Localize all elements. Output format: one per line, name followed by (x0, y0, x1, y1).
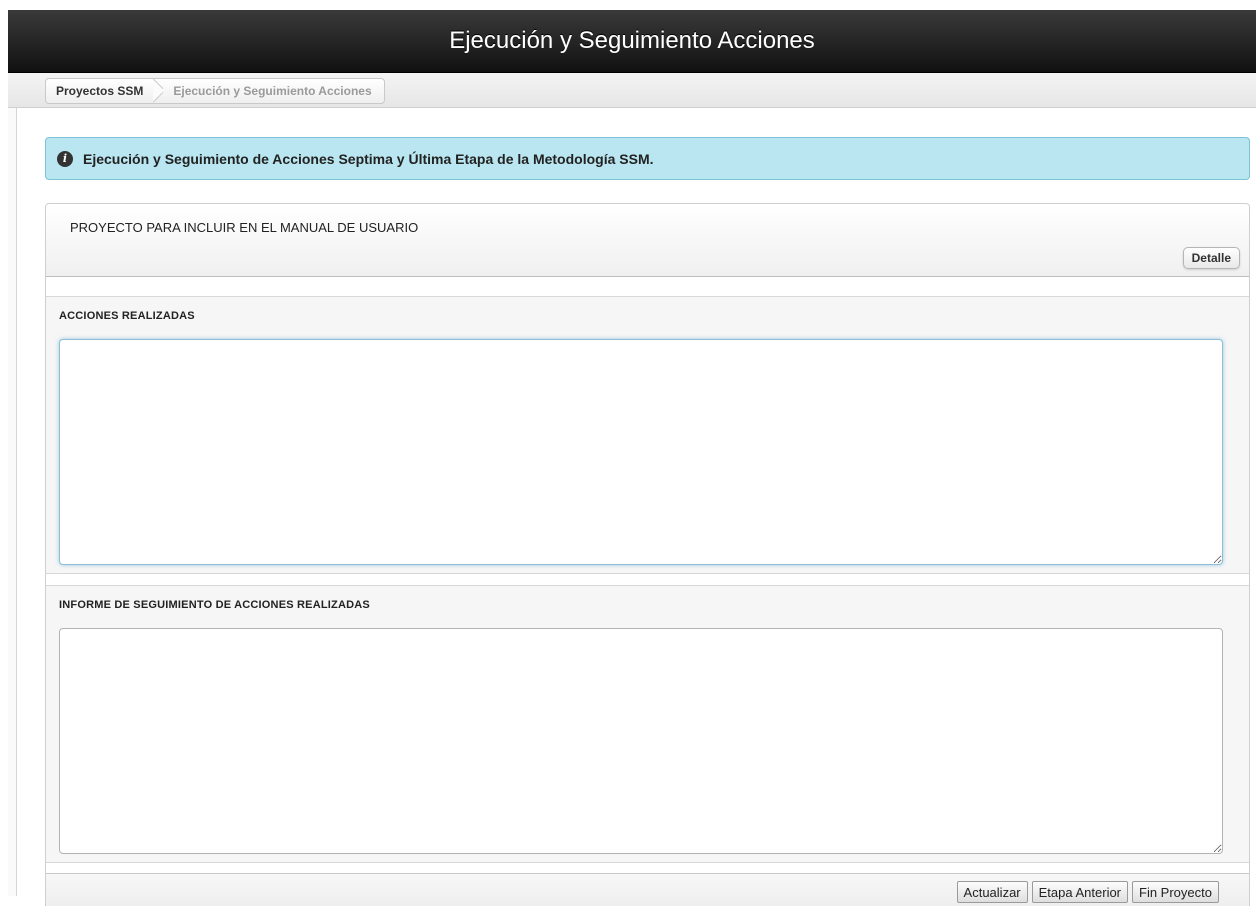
left-scroll-edge (8, 84, 17, 896)
informe-seguimiento-textarea[interactable] (59, 628, 1223, 854)
info-icon: i (57, 150, 73, 167)
header-bar: Ejecución y Seguimiento Acciones (8, 10, 1256, 73)
acciones-realizadas-label: ACCIONES REALIZADAS (59, 310, 195, 322)
page-title: Ejecución y Seguimiento Acciones (449, 27, 815, 54)
finish-project-button[interactable]: Fin Proyecto (1132, 881, 1219, 903)
informe-seguimiento-label: INFORME DE SEGUIMIENTO DE ACCIONES REALI… (59, 599, 370, 611)
breadcrumb-separator-icon (153, 79, 163, 103)
footer-button-group: Actualizar Etapa Anterior Fin Proyecto (956, 881, 1219, 903)
update-button[interactable]: Actualizar (956, 881, 1028, 903)
project-title: PROYECTO PARA INCLUIR EN EL MANUAL DE US… (70, 220, 419, 235)
acciones-realizadas-textarea[interactable] (59, 339, 1223, 565)
project-panel: PROYECTO PARA INCLUIR EN EL MANUAL DE US… (45, 203, 1250, 906)
app-window: Ejecución y Seguimiento Acciones Proyect… (8, 10, 1256, 906)
breadcrumb-strip: Proyectos SSM Ejecución y Seguimiento Ac… (8, 73, 1256, 108)
info-alert: i Ejecución y Seguimiento de Acciones Se… (45, 137, 1250, 180)
section-acciones-realizadas: ACCIONES REALIZADAS (46, 296, 1249, 574)
breadcrumb: Proyectos SSM Ejecución y Seguimiento Ac… (45, 78, 385, 104)
detail-button[interactable]: Detalle (1182, 247, 1240, 269)
project-panel-header: PROYECTO PARA INCLUIR EN EL MANUAL DE US… (46, 204, 1249, 277)
panel-footer: Actualizar Etapa Anterior Fin Proyecto (46, 873, 1249, 906)
previous-stage-button[interactable]: Etapa Anterior (1031, 881, 1129, 903)
breadcrumb-current: Ejecución y Seguimiento Acciones (173, 84, 372, 98)
info-message: Ejecución y Seguimiento de Acciones Sept… (83, 150, 654, 167)
breadcrumb-home-link[interactable]: Proyectos SSM (46, 79, 153, 103)
section-informe-seguimiento: INFORME DE SEGUIMIENTO DE ACCIONES REALI… (46, 585, 1249, 863)
